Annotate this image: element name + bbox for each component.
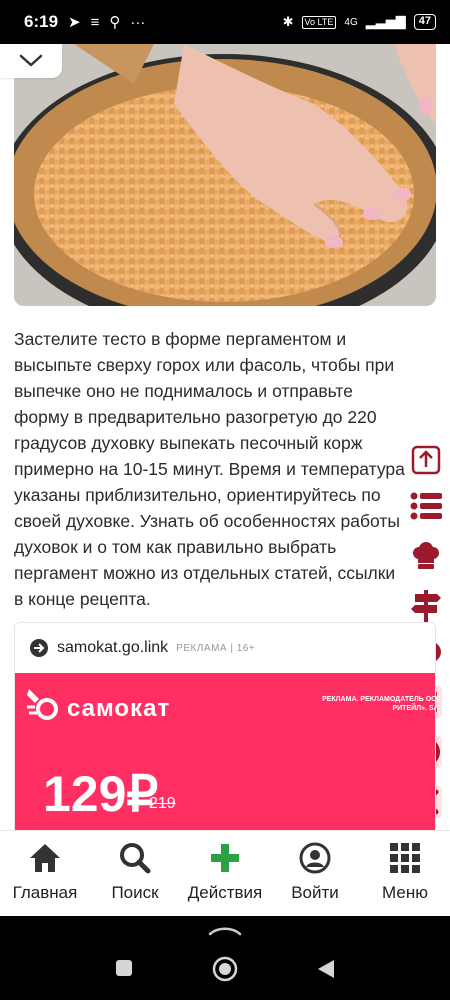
signpost-icon — [411, 590, 441, 622]
list-icon — [410, 492, 442, 520]
recipe-button[interactable] — [408, 538, 444, 574]
nav-search-label: Поиск — [111, 883, 159, 902]
plus-icon — [211, 844, 239, 872]
contents-button[interactable] — [408, 488, 444, 524]
ad-banner[interactable]: самокат РЕКЛАМА. РЕКЛАМОДАТЕЛЬ ООО «УМНЫ… — [15, 673, 435, 831]
back-button-icon[interactable] — [316, 958, 336, 980]
home-icon — [30, 844, 60, 872]
bluetooth-icon: ✱ — [282, 14, 294, 29]
battery-level: 47 — [418, 15, 431, 27]
nav-login-label: Войти — [291, 883, 339, 902]
collapse-button[interactable] — [0, 44, 62, 78]
volte-icon: Vo LTE — [301, 15, 337, 29]
chef-hat-icon — [413, 542, 439, 569]
battery-icon: 47 — [413, 14, 436, 30]
more-icon: ··· — [130, 13, 146, 31]
notes-icon: ≡ — [90, 13, 100, 31]
nav-home-label: Главная — [12, 883, 78, 902]
search-icon — [120, 843, 151, 874]
ad-old-price: 219 — [149, 795, 176, 812]
nav-login[interactable]: Войти — [270, 831, 360, 916]
ad-label: РЕКЛАМА | 16+ — [176, 642, 256, 654]
ad-price: 129₽ — [43, 766, 159, 822]
recipe-photo — [14, 44, 436, 306]
chevron-up-icon[interactable] — [208, 924, 242, 936]
home-button-icon[interactable] — [212, 956, 238, 982]
ad-legal-text: РЕКЛАМА. РЕКЛАМОДАТЕЛЬ ООО «УМНЫЙ РИТЕЙЛ… — [322, 696, 435, 712]
user-icon — [299, 842, 331, 874]
nav-menu[interactable]: Меню — [360, 831, 450, 916]
ad-domain[interactable]: samokat.go.link — [57, 639, 168, 657]
nav-menu-label: Меню — [382, 883, 428, 902]
grid-icon — [390, 843, 420, 873]
steps-button[interactable] — [408, 588, 444, 624]
search-status-icon: ⚲ — [109, 14, 121, 31]
ad-header: samokat.go.link РЕКЛАМА | 16+ — [15, 623, 435, 673]
ad-block[interactable]: samokat.go.link РЕКЛАМА | 16+ самокат РЕ… — [14, 622, 436, 832]
system-nav-bar — [0, 916, 450, 1000]
arrow-circle-icon — [30, 639, 48, 657]
signal-icon: ▂▃▅▇ — [365, 14, 406, 29]
nav-actions[interactable]: Действия — [180, 831, 270, 916]
telegram-icon: ➤ — [68, 14, 81, 31]
scroll-up-button[interactable] — [408, 442, 444, 478]
samokat-logo-icon — [27, 689, 58, 720]
status-bar: 6:19 ➤ ≡ ⚲ ··· ✱ Vo LTE 4G ▂▃▅▇ 47 — [0, 0, 450, 44]
scroll-up-icon — [411, 445, 441, 475]
recents-button-icon[interactable] — [114, 958, 134, 978]
ad-brand: самокат — [67, 695, 171, 722]
chevron-down-icon — [19, 54, 43, 67]
nav-actions-label: Действия — [187, 883, 263, 902]
nav-home[interactable]: Главная — [0, 831, 90, 916]
article-paragraph: Застелите тесто в форме пергаментом и вы… — [14, 329, 405, 609]
bottom-nav: Главная Поиск Действия Войти Меню — [0, 830, 450, 916]
network-type: 4G — [344, 16, 358, 28]
status-time: 6:19 — [24, 12, 59, 31]
nav-search[interactable]: Поиск — [90, 831, 180, 916]
